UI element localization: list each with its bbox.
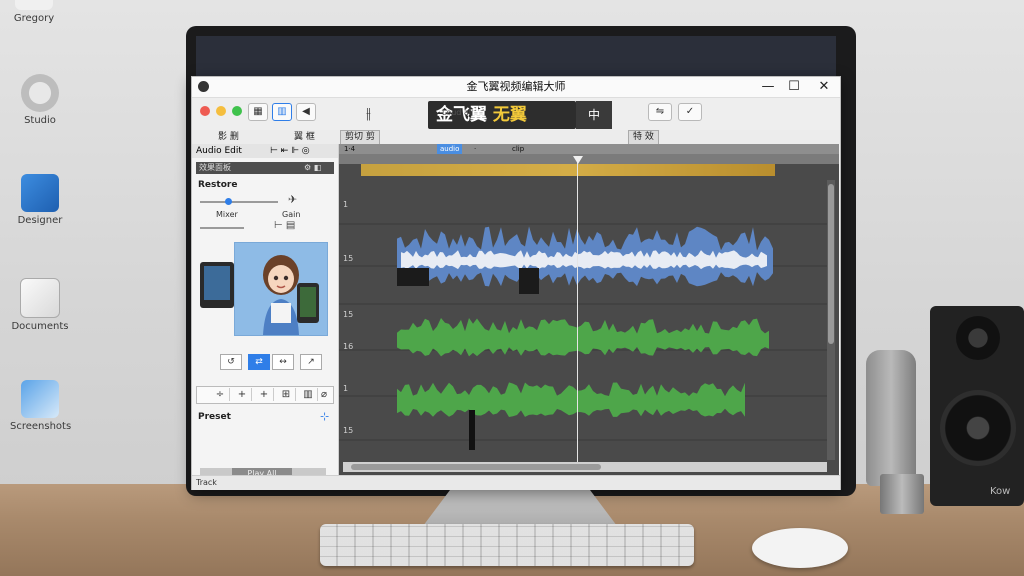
split-button[interactable]: ▥ bbox=[272, 103, 292, 121]
divide-tool[interactable]: ÷ bbox=[211, 388, 230, 401]
desktop-icon-gregory[interactable]: Gregory bbox=[4, 0, 64, 24]
character-illustration bbox=[235, 243, 327, 335]
timeline-area[interactable]: 1·4 audio · clip 1 15 15 16 1 15 bbox=[339, 144, 839, 489]
speaker-woofer bbox=[940, 390, 1016, 466]
menu-row: 影 删 翼 框 剪切 剪 特 效 bbox=[192, 130, 840, 145]
microphone-icon bbox=[21, 74, 59, 112]
mixer-slider-knob[interactable] bbox=[225, 198, 233, 205]
settings-icon[interactable]: ⚙ ◧ bbox=[304, 162, 321, 174]
panel-subheader-label: 效果面板 bbox=[199, 163, 231, 172]
playhead-handle[interactable] bbox=[573, 156, 583, 164]
sliders-icon[interactable]: ⊢ ▤ bbox=[274, 220, 295, 231]
window-title: 金飞翼视频编辑大师 bbox=[466, 80, 566, 93]
grid-tool[interactable]: ⊞ bbox=[277, 388, 296, 401]
plus-tool[interactable]: + bbox=[255, 388, 274, 401]
close-dot-icon[interactable] bbox=[200, 106, 210, 116]
clip-marker bbox=[519, 268, 539, 294]
main-toolbar: ▦ ▥ ◀ ⫲ 金飞翼 无翼 中 ⇋ ✓ bbox=[192, 98, 840, 131]
export-button[interactable]: ⇋ bbox=[648, 103, 672, 121]
tuning-icon[interactable]: ⫲ bbox=[366, 104, 371, 122]
back-button[interactable]: ◀ bbox=[296, 103, 316, 121]
audio-waveform-highlight bbox=[401, 250, 767, 270]
preset-section-title: Preset bbox=[198, 412, 231, 422]
mixer-label: Mixer bbox=[216, 210, 238, 219]
minimize-button[interactable]: — bbox=[756, 77, 780, 97]
desktop-icon-screenshots[interactable]: Screenshots bbox=[10, 380, 72, 432]
cut-chip[interactable]: 剪切 剪 bbox=[340, 130, 380, 145]
speaker-tweeter bbox=[956, 316, 1000, 360]
audio-waveform-green-2 bbox=[397, 382, 745, 417]
zoom-dot-icon[interactable] bbox=[232, 106, 242, 116]
layout-button[interactable]: ▦ bbox=[248, 103, 268, 121]
playhead-line[interactable] bbox=[577, 158, 578, 468]
editor-window: 金飞翼视频编辑大师 — ☐ ✕ ▦ ▥ ◀ ⫲ 金飞翼 无翼 中 ⇋ ✓ Lou… bbox=[191, 76, 841, 490]
horizontal-scroll-thumb[interactable] bbox=[351, 464, 601, 470]
speaker-brand-label: Kow bbox=[990, 486, 1011, 497]
brand-action-button[interactable]: 中 bbox=[576, 101, 612, 129]
desktop-icon-label: Documents bbox=[11, 321, 69, 332]
tablet-screen bbox=[204, 266, 230, 300]
expand-button[interactable]: ↔ bbox=[272, 354, 294, 370]
image-viewer-icon bbox=[21, 380, 59, 418]
desktop-icon-label: Gregory bbox=[13, 13, 55, 24]
undo-button[interactable]: ↺ bbox=[220, 354, 242, 370]
desktop-icon-label: Designer bbox=[17, 215, 63, 226]
folder-icon bbox=[15, 0, 53, 10]
clip-marker bbox=[397, 268, 429, 286]
arrow-left-icon: ◀ bbox=[302, 106, 310, 117]
document-icon bbox=[20, 278, 60, 318]
audio-waveform-green bbox=[397, 318, 769, 357]
add-tool[interactable]: + bbox=[233, 388, 252, 401]
link-button[interactable]: ↗ bbox=[300, 354, 322, 370]
add-preset-icon[interactable]: ⊹ bbox=[320, 410, 329, 423]
cup bbox=[880, 474, 924, 514]
panel-tool-icon[interactable]: ⊢ ⇤ ⊩ ◎ bbox=[270, 144, 310, 158]
panel-header: Audio Edit ⊢ ⇤ ⊩ ◎ bbox=[192, 144, 338, 158]
desktop-icon-documents[interactable]: Documents bbox=[10, 278, 70, 332]
mouse bbox=[752, 528, 848, 568]
close-button[interactable]: ✕ bbox=[812, 77, 836, 97]
gain-label: Gain bbox=[282, 210, 301, 219]
preview-thumbnail[interactable] bbox=[234, 242, 328, 336]
desktop-icon-label: Screenshots bbox=[10, 421, 72, 432]
mixer-slider-track[interactable] bbox=[200, 201, 278, 203]
keyboard bbox=[320, 524, 694, 566]
effects-panel: Audio Edit ⊢ ⇤ ⊩ ◎ 效果面板 ⚙ ◧ Restore ✈ Mi… bbox=[192, 144, 339, 487]
window-titlebar[interactable]: 金飞翼视频编辑大师 — ☐ ✕ bbox=[192, 77, 840, 98]
restore-section-title: Restore bbox=[198, 180, 238, 190]
music-app-icon bbox=[21, 174, 59, 212]
thumb-icon: ✓ bbox=[685, 106, 695, 117]
tablet-prop bbox=[200, 262, 234, 308]
gain-slider-track[interactable] bbox=[200, 227, 244, 229]
menu-item[interactable]: 翼 框 bbox=[294, 130, 315, 144]
export-icon: ⇋ bbox=[655, 106, 665, 117]
status-bar: Track bbox=[192, 475, 840, 490]
edit-tools: ÷ + + ⊞ ▥ ⌀ bbox=[196, 386, 334, 404]
desktop-icon-designer[interactable]: Designer bbox=[10, 174, 70, 226]
minimize-dot-icon[interactable] bbox=[216, 106, 226, 116]
menu-item[interactable]: 影 删 bbox=[218, 130, 239, 144]
swap-button[interactable]: ⇄ bbox=[248, 354, 270, 370]
grid-icon: ▦ bbox=[253, 106, 263, 117]
brand-subtitle: Loud all bbox=[442, 108, 474, 117]
clip-marker bbox=[469, 410, 475, 450]
vase bbox=[866, 350, 916, 486]
vertical-scroll-thumb[interactable] bbox=[828, 184, 834, 344]
desktop-icon-label: Studio bbox=[24, 115, 56, 126]
brand-accent: 无翼 bbox=[492, 105, 527, 125]
panel-subheader: 效果面板 ⚙ ◧ bbox=[196, 162, 334, 174]
split-icon: ▥ bbox=[277, 106, 287, 117]
status-text: Track bbox=[196, 478, 217, 487]
waveform-canvas bbox=[339, 223, 827, 450]
like-button[interactable]: ✓ bbox=[678, 103, 702, 121]
maximize-button[interactable]: ☐ bbox=[782, 77, 806, 97]
plane-icon[interactable]: ✈ bbox=[288, 193, 297, 206]
panel-header-label: Audio Edit bbox=[196, 146, 242, 156]
desktop-icon-studio[interactable]: Studio bbox=[10, 74, 70, 126]
pen-tool[interactable]: ⌀ bbox=[315, 388, 333, 401]
effects-chip[interactable]: 特 效 bbox=[628, 130, 659, 145]
